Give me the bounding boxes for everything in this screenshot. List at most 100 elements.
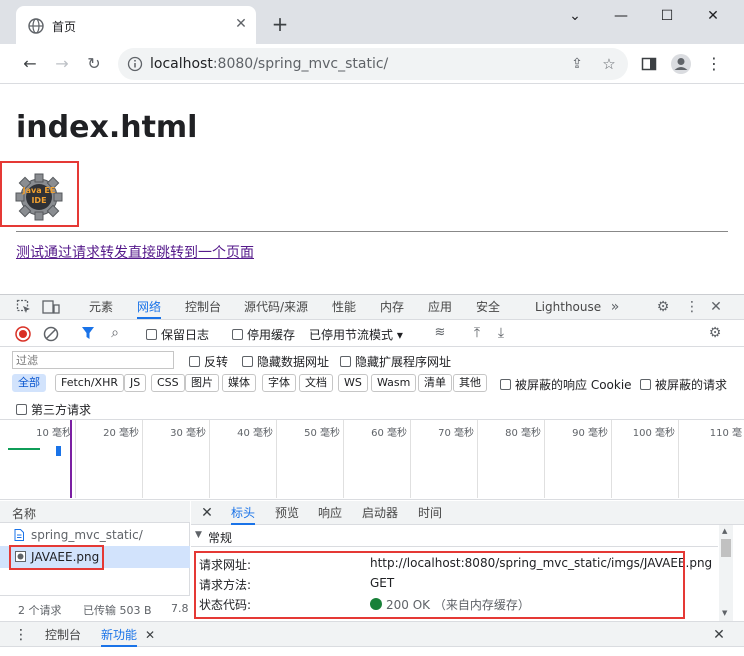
type-filter-fetch-xhr[interactable]: Fetch/XHR [55,374,124,392]
tab-sources[interactable]: 源代码/来源 [244,295,308,319]
network-toolbar: ⌕ 保留日志 停用缓存 已停用节流模式 ▾ ≋ ⤒ ⤓ ⚙ [0,320,744,347]
close-devtools-icon[interactable]: ✕ [707,299,725,315]
timeline-tick-label: 80 毫秒 [505,428,541,439]
import-har-icon[interactable]: ⤒ [469,325,485,341]
drawer-tab-whats-new[interactable]: 新功能 [101,623,138,647]
network-conditions-icon[interactable]: ≋ [430,325,450,341]
type-filter-css[interactable]: CSS [151,374,185,392]
page-heading: index.html [16,110,198,145]
hide-data-urls-checkbox[interactable]: 隐藏数据网址 [242,353,329,370]
blocked-cookies-checkbox[interactable]: 被屏蔽的响应 Cookie [500,376,632,393]
more-tabs-icon[interactable]: » [606,299,624,315]
type-filter-img[interactable]: 图片 [185,374,219,392]
name-column-header[interactable]: 名称 [0,501,190,523]
device-toolbar-icon[interactable] [42,299,60,315]
tab-console[interactable]: 控制台 [185,295,221,319]
type-filter-font[interactable]: 字体 [262,374,296,392]
minimize-button[interactable]: — [606,6,636,26]
url-text[interactable]: localhost:8080/spring_mvc_static/ [150,56,388,72]
export-har-icon[interactable]: ⤓ [493,325,509,341]
timeline-tick-label: 30 毫秒 [170,428,206,439]
tab-performance[interactable]: 性能 [332,295,356,319]
detail-tab-initiator[interactable]: 启动器 [362,501,398,525]
details-scrollbar[interactable]: ▲ ▼ [719,525,733,621]
type-filter-manifest[interactable]: 清单 [418,374,452,392]
address-bar[interactable]: localhost:8080/spring_mvc_static/ ⇪ ☆ [118,48,628,80]
inspect-element-icon[interactable] [16,299,32,315]
drawer-tab-close-icon[interactable]: ✕ [143,627,157,643]
close-window-button[interactable]: ✕ [698,6,728,26]
customize-kebab-icon[interactable]: ⋮ [683,299,701,315]
network-settings-gear-icon[interactable]: ⚙ [706,325,724,341]
menu-kebab-icon[interactable]: ⋮ [704,54,724,74]
drawer-menu-kebab-icon[interactable]: ⋮ [14,627,28,643]
maximize-button[interactable]: ☐ [652,6,682,26]
tab-search-icon[interactable]: ⌄ [560,6,590,26]
close-details-icon[interactable]: ✕ [199,505,215,521]
timeline-tick [343,420,344,498]
new-tab-button[interactable]: + [270,14,290,34]
filter-funnel-icon[interactable] [81,326,95,340]
bookmark-star-icon[interactable]: ☆ [600,56,618,72]
type-filter-other[interactable]: 其他 [453,374,487,392]
clear-icon[interactable] [43,326,59,342]
request-list: 名称 spring_mvc_static/ JAVAEE.png 2 个请求 已… [0,501,190,621]
type-filter-doc[interactable]: 文档 [299,374,333,392]
request-details: ✕ 标头 预览 响应 启动器 时间 ▼ 常规 请求网址: http://loca… [191,501,744,621]
third-party-checkbox[interactable]: 第三方请求 [16,401,91,418]
preserve-log-checkbox[interactable]: 保留日志 [146,326,209,343]
settings-gear-icon[interactable]: ⚙ [654,299,672,315]
detail-tab-response[interactable]: 响应 [318,501,342,525]
page-content: index.html Java EE IDE 测试通过请求转发直接跳转到一个页面 [0,84,744,294]
drawer-tab-console[interactable]: 控制台 [45,623,81,647]
record-icon[interactable] [15,326,31,342]
filter-input[interactable] [12,351,174,369]
type-filter-wasm[interactable]: Wasm [371,374,417,392]
type-filter-media[interactable]: 媒体 [222,374,256,392]
share-icon[interactable]: ⇪ [568,56,586,72]
blocked-requests-checkbox[interactable]: 被屏蔽的请求 [640,376,727,393]
reload-button[interactable]: ↻ [84,54,104,74]
tab-lighthouse[interactable]: Lighthouse [535,295,601,319]
general-section-header[interactable]: ▼ 常规 [191,527,718,547]
browser-tab[interactable]: 首页 ✕ [16,6,256,44]
timeline-tick-label: 40 毫秒 [237,428,273,439]
timeline-tick [209,420,210,498]
request-row-document[interactable]: spring_mvc_static/ [0,525,190,546]
type-filter-js[interactable]: JS [124,374,147,392]
detail-tab-headers[interactable]: 标头 [231,501,256,525]
disable-cache-checkbox[interactable]: 停用缓存 [232,326,295,343]
tab-application[interactable]: 应用 [428,295,452,319]
scroll-up-icon[interactable]: ▲ [722,527,727,535]
tab-memory[interactable]: 内存 [380,295,404,319]
profile-avatar-icon[interactable] [670,53,692,75]
tab-elements[interactable]: 元素 [89,295,113,319]
image-text-bottom: IDE [31,196,47,205]
type-filter-ws[interactable]: WS [338,374,368,392]
info-icon[interactable] [127,56,143,72]
detail-tab-preview[interactable]: 预览 [275,501,299,525]
detail-tab-timing[interactable]: 时间 [418,501,442,525]
drawer-tab-strip: ⋮ 控制台 新功能 ✕ ✕ [0,621,744,647]
tab-network[interactable]: 网络 [137,295,162,319]
tab-security[interactable]: 安全 [476,295,500,319]
highlight-box-headers [194,551,685,619]
tab-title: 首页 [52,20,77,34]
throttle-select[interactable]: 已停用节流模式 ▾ [309,326,403,343]
side-panel-icon[interactable] [641,56,657,72]
javaee-image: Java EE IDE [15,173,63,221]
title-bar: 首页 ✕ + ⌄ — ☐ ✕ [0,0,744,44]
hide-extension-urls-checkbox[interactable]: 隐藏扩展程序网址 [340,353,451,370]
invert-checkbox[interactable]: 反转 [189,353,228,370]
forward-link[interactable]: 测试通过请求转发直接跳转到一个页面 [16,242,254,262]
timeline-overview[interactable]: 10 毫秒 20 毫秒 30 毫秒 40 毫秒 50 毫秒 60 毫秒 70 毫秒 80 毫秒… [0,420,744,500]
type-filter-all[interactable]: 全部 [12,374,46,392]
back-button[interactable]: ← [20,54,40,74]
forward-button[interactable]: → [52,54,72,74]
tab-close-icon[interactable]: ✕ [232,15,250,33]
close-drawer-icon[interactable]: ✕ [711,627,727,643]
timeline-tick [276,420,277,498]
scrollbar-thumb[interactable] [721,539,731,557]
search-icon[interactable]: ⌕ [106,325,124,341]
scroll-down-icon[interactable]: ▼ [722,609,727,617]
